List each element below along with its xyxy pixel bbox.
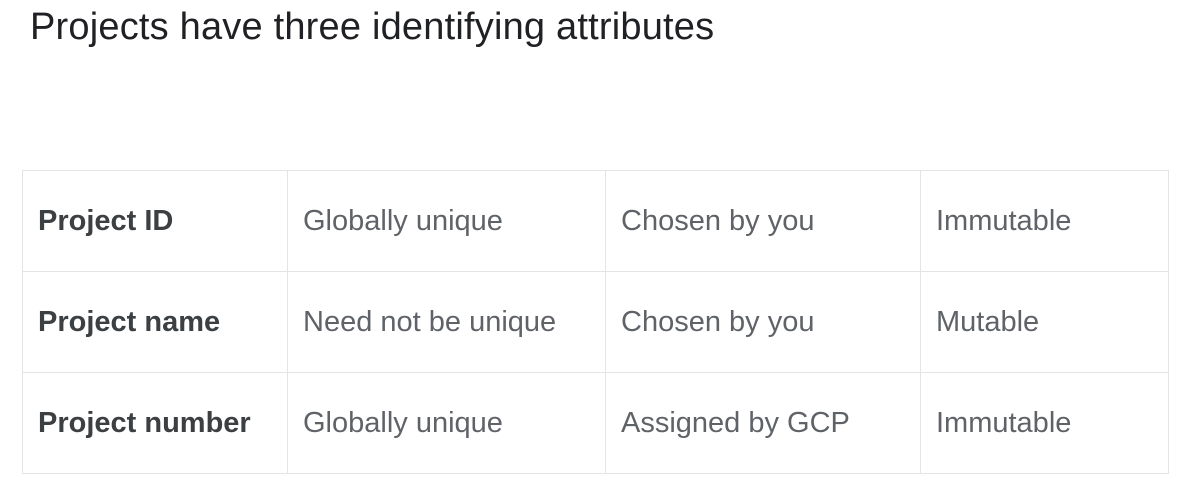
assignment-cell: Chosen by you	[605, 271, 921, 373]
attribute-name-cell: Project name	[22, 271, 288, 373]
attribute-name-cell: Project number	[22, 372, 288, 474]
uniqueness-cell: Need not be unique	[287, 271, 606, 373]
uniqueness-cell: Globally unique	[287, 372, 606, 474]
mutability-cell: Immutable	[920, 170, 1169, 272]
table-row-project-number: Project number Globally unique Assigned …	[22, 372, 1169, 474]
slide-title: Projects have three identifying attribut…	[30, 6, 715, 48]
mutability-cell: Mutable	[920, 271, 1169, 373]
table-row-project-id: Project ID Globally unique Chosen by you…	[22, 170, 1169, 272]
mutability-cell: Immutable	[920, 372, 1169, 474]
assignment-cell: Chosen by you	[605, 170, 921, 272]
table-row-project-name: Project name Need not be unique Chosen b…	[22, 271, 1169, 373]
attribute-name-cell: Project ID	[22, 170, 288, 272]
uniqueness-cell: Globally unique	[287, 170, 606, 272]
attributes-table: Project ID Globally unique Chosen by you…	[22, 170, 1169, 474]
assignment-cell: Assigned by GCP	[605, 372, 921, 474]
